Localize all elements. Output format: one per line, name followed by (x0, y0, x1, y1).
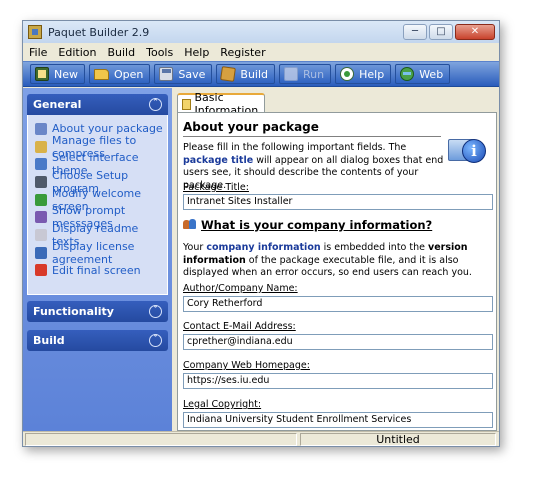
general-group-body: About your package Manage files to compr… (27, 115, 168, 295)
run-button[interactable]: Run (279, 64, 332, 84)
stop-icon (35, 264, 47, 277)
save-label: Save (178, 67, 206, 81)
window-controls: ─ □ ✕ (403, 24, 495, 40)
author-input[interactable]: Cory Retherford (183, 296, 493, 312)
note-icon (182, 98, 191, 110)
close-button[interactable]: ✕ (455, 24, 495, 40)
arrow-right-icon (35, 193, 47, 206)
app-window: Paquet Builder 2.9 ─ □ ✕ File Edition Bu… (22, 20, 500, 447)
task-license-agreement[interactable]: Display license agreement (35, 240, 167, 266)
email-label: Contact E-Mail Address: (183, 321, 296, 332)
task-label: Edit final screen (52, 263, 141, 277)
folder-icon (94, 68, 109, 80)
chevron-down-icon[interactable]: ˇ (149, 305, 162, 318)
about-section-title: About your package (183, 120, 319, 134)
people-icon (183, 218, 197, 230)
save-icon (159, 67, 174, 81)
package-icon (220, 66, 237, 82)
functionality-group-header[interactable]: Functionality ˇ (27, 301, 168, 322)
prompt-icon (35, 211, 47, 224)
run-icon (284, 67, 299, 81)
theme-icon (35, 158, 47, 171)
build-button[interactable]: Build (216, 64, 276, 84)
save-button[interactable]: Save (154, 64, 213, 84)
help-label: Help (359, 67, 385, 81)
task-label: Display license agreement (52, 239, 135, 266)
app-icon (28, 25, 42, 39)
new-label: New (54, 67, 78, 81)
author-label: Author/Company Name: (183, 283, 298, 294)
copyright-label: Legal Copyright: (183, 399, 262, 410)
build-label: Build (240, 67, 269, 81)
window-title: Paquet Builder 2.9 (48, 25, 150, 39)
files-icon (35, 140, 47, 153)
basic-information-page: About your package i Please fill in the … (177, 112, 497, 431)
status-bar: Untitled (23, 431, 499, 446)
document-icon (35, 228, 47, 241)
toolbar: New Open Save Build Run Help Web (23, 61, 499, 87)
menu-bar: File Edition Build Tools Help Register (23, 43, 499, 61)
homepage-label: Company Web Homepage: (183, 360, 310, 371)
general-group-title: General (33, 98, 82, 111)
status-message (25, 432, 297, 446)
status-filename: Untitled (300, 432, 496, 446)
menu-register[interactable]: Register (220, 46, 265, 59)
company-description: Your company information is embedded int… (183, 242, 472, 278)
new-icon (35, 67, 49, 81)
email-input[interactable]: cprether@indiana.edu (183, 334, 493, 350)
menu-file[interactable]: File (29, 46, 47, 59)
information-icon: i (448, 133, 488, 171)
web-label: Web (419, 67, 444, 81)
menu-build[interactable]: Build (107, 46, 135, 59)
globe-icon (400, 67, 415, 81)
tab-basic-information[interactable]: Basic Information (177, 91, 265, 117)
maximize-button[interactable]: □ (429, 24, 453, 40)
help-icon (340, 67, 355, 81)
info-icon (35, 122, 47, 135)
task-pane: General ˆ About your package Manage file… (23, 88, 172, 431)
menu-help[interactable]: Help (184, 46, 209, 59)
menu-edition[interactable]: Edition (58, 46, 96, 59)
menu-tools[interactable]: Tools (146, 46, 173, 59)
open-label: Open (114, 67, 144, 81)
license-icon (35, 246, 47, 259)
run-label: Run (303, 67, 325, 81)
functionality-group-title: Functionality (33, 305, 114, 318)
main-panel: Basic Information About your package i P… (173, 88, 499, 431)
web-button[interactable]: Web (395, 64, 451, 84)
package-title-label: Package Title: (183, 182, 249, 193)
company-section-title: What is your company information? (183, 218, 432, 232)
general-group-header[interactable]: General ˆ (27, 94, 168, 115)
chevron-up-icon[interactable]: ˆ (149, 98, 162, 111)
homepage-input[interactable]: https://ses.iu.edu (183, 373, 493, 389)
minimize-button[interactable]: ─ (403, 24, 427, 40)
build-group-header[interactable]: Build ˇ (27, 330, 168, 351)
chevron-down-icon[interactable]: ˇ (149, 334, 162, 347)
help-button[interactable]: Help (335, 64, 392, 84)
title-bar: Paquet Builder 2.9 ─ □ ✕ (23, 21, 499, 43)
open-button[interactable]: Open (89, 64, 151, 84)
computer-icon (35, 175, 47, 188)
new-button[interactable]: New (30, 64, 85, 84)
package-title-input[interactable]: Intranet Sites Installer (183, 194, 493, 210)
copyright-input[interactable]: Indiana University Student Enrollment Se… (183, 412, 493, 428)
build-group-title: Build (33, 334, 65, 347)
divider (183, 136, 441, 137)
